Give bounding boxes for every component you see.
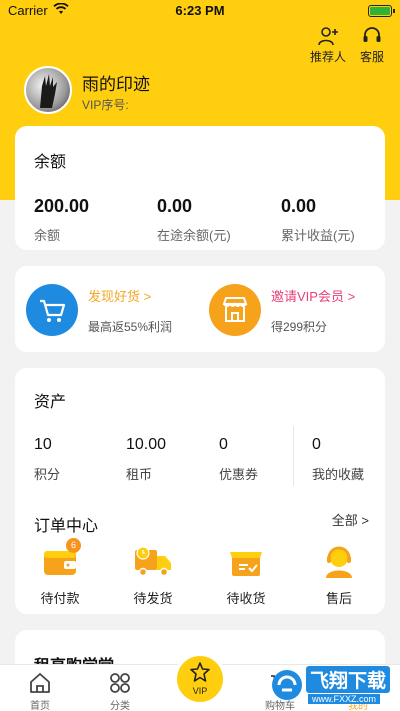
invite-vip-subtitle: 得299积分 [271, 320, 328, 334]
coupons-label: 优惠券 [219, 467, 259, 482]
coupons-value: 0 [219, 436, 228, 453]
pending-shipment-button[interactable]: 待发货 [121, 544, 185, 607]
watermark: 飞翔下载 www.FXXZ.com [266, 664, 396, 711]
in-transit-label: 在途余额(元) [157, 228, 231, 243]
pending-receipt-label: 待收货 [226, 591, 266, 606]
coupons-stat[interactable]: 0 优惠券 [219, 436, 258, 483]
vip-icon [189, 661, 211, 688]
username: 雨的印迹 [82, 75, 150, 94]
after-sales-label: 售后 [325, 591, 352, 606]
all-orders-link[interactable]: 全部 > [332, 510, 369, 529]
truck-icon [121, 544, 185, 580]
rent-coin-label: 租币 [126, 467, 153, 482]
rent-coin-value: 10.00 [126, 436, 167, 453]
add-person-icon [306, 26, 350, 46]
watermark-url: www.FXXZ.com [308, 694, 381, 704]
promo-card: 发现好货 > 最高返55%利润 邀请VIP会员 > 得299积分 [15, 266, 385, 352]
watermark-text: 飞翔下载 [306, 666, 391, 693]
discover-goods-subtitle: 最高返55%利润 [88, 320, 173, 334]
grid-icon [90, 671, 150, 695]
in-transit-value: 0.00 [157, 196, 193, 216]
referrer-button[interactable]: 推荐人 [306, 26, 350, 65]
watermark-logo-icon [270, 668, 304, 707]
home-icon [10, 671, 70, 695]
after-sales-button[interactable]: 售后 [307, 544, 371, 607]
in-transit-stat[interactable]: 0.00 在途余额(元) [157, 196, 231, 244]
balance-stat[interactable]: 200.00 余额 [34, 196, 89, 244]
rent-coin-stat[interactable]: 10.00 租币 [126, 436, 166, 483]
tab-category-label: 分类 [110, 701, 130, 711]
customer-service-button[interactable]: 客服 [350, 26, 394, 65]
points-label: 积分 [34, 467, 61, 482]
avatar[interactable] [24, 66, 72, 114]
favorites-value: 0 [312, 436, 321, 453]
wallet-icon: 6 [28, 538, 92, 580]
vip-number: VIP序号: [82, 98, 129, 112]
service-agent-icon [307, 544, 371, 580]
pending-payment-label: 待付款 [40, 591, 80, 606]
headset-icon [350, 26, 394, 46]
total-earnings-stat[interactable]: 0.00 累计收益(元) [281, 196, 355, 244]
balance-label: 余额 [34, 228, 61, 243]
tab-vip-label: VIP [192, 686, 208, 696]
battery-icon [368, 5, 395, 17]
status-bar: Carrier 6:23 PM [0, 0, 400, 22]
points-stat[interactable]: 10 积分 [34, 436, 60, 483]
favorites-stat[interactable]: 0 我的收藏 [312, 436, 364, 483]
favorites-label: 我的收藏 [312, 467, 365, 482]
package-icon [214, 544, 278, 580]
invite-vip-title: 邀请VIP会员 > [271, 289, 356, 304]
referrer-label: 推荐人 [309, 50, 346, 64]
pending-receipt-button[interactable]: 待收货 [214, 544, 278, 607]
pending-payment-button[interactable]: 6 待付款 [28, 538, 92, 607]
points-value: 10 [34, 436, 52, 453]
tab-home[interactable]: 首页 [10, 671, 70, 711]
balance-title: 余额 [34, 154, 67, 171]
cart-icon [26, 284, 78, 336]
clock: 6:23 PM [175, 3, 225, 18]
order-center-title: 订单中心 [34, 518, 99, 535]
tab-category[interactable]: 分类 [90, 671, 150, 711]
assets-card: 资产 10 积分 10.00 租币 0 优惠券 0 我的收藏 订单中心 全部 >… [15, 368, 385, 614]
pending-shipment-label: 待发货 [133, 591, 173, 606]
assets-title: 资产 [34, 394, 67, 411]
tab-home-label: 首页 [30, 701, 50, 711]
balance-card: 余额 200.00 余额 0.00 在途余额(元) 0.00 累计收益(元) [15, 126, 385, 250]
pending-payment-badge: 6 [66, 538, 81, 553]
store-icon [209, 284, 261, 336]
balance-value: 200.00 [34, 196, 90, 216]
divider [293, 426, 294, 486]
total-earnings-value: 0.00 [281, 196, 317, 216]
service-label: 客服 [359, 50, 384, 64]
total-earnings-label: 累计收益(元) [281, 228, 355, 243]
tab-vip[interactable]: VIP [174, 653, 226, 705]
discover-goods-title: 发现好货 > [88, 289, 152, 304]
